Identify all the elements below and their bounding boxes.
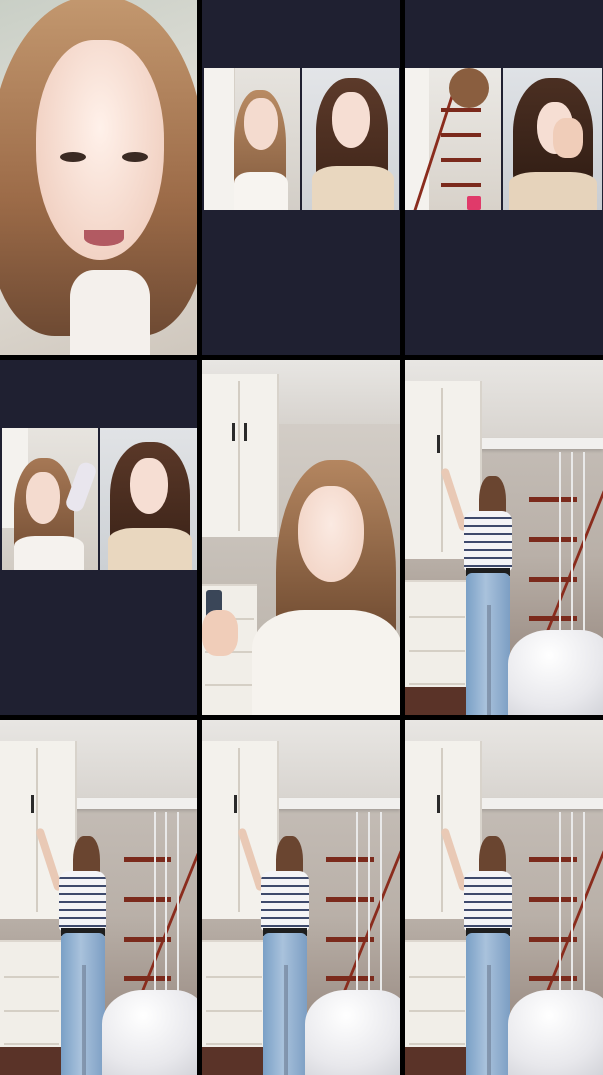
participant-face xyxy=(332,92,370,148)
video-tile-room-4[interactable] xyxy=(405,720,603,1075)
participant-shirt xyxy=(509,172,597,210)
wardrobe-handle xyxy=(244,423,248,442)
call-participant-left xyxy=(2,428,98,570)
participant-face xyxy=(130,458,168,514)
video-tile-call-1[interactable] xyxy=(202,0,400,355)
video-tile-room-3[interactable] xyxy=(202,720,400,1075)
call-participant-right xyxy=(100,428,197,570)
wardrobe-panel xyxy=(204,68,235,210)
person-face xyxy=(298,486,364,582)
participant-shirt xyxy=(234,172,288,210)
blanket xyxy=(507,989,603,1075)
participant-face xyxy=(244,98,278,150)
selfie-shirt xyxy=(70,270,150,355)
call-participant-left xyxy=(204,68,300,210)
video-tile-phone[interactable] xyxy=(202,360,400,715)
selfie-eye-right xyxy=(122,152,148,162)
phone-person xyxy=(202,460,400,715)
call-participant-right xyxy=(302,68,399,210)
participant-face xyxy=(26,472,60,524)
video-tile-room-2[interactable] xyxy=(0,720,197,1075)
selfie-eye-left xyxy=(60,152,86,162)
selfie-person xyxy=(0,0,197,355)
video-tile-call-2[interactable] xyxy=(405,0,603,355)
participant-hand xyxy=(553,118,583,158)
selfie-face xyxy=(36,40,164,260)
wardrobe-panel xyxy=(405,68,429,210)
selfie-mouth xyxy=(84,230,124,246)
participant-shirt xyxy=(108,528,192,570)
participant-shirt xyxy=(14,536,84,570)
video-tile-call-3[interactable] xyxy=(0,360,197,715)
blanket xyxy=(102,989,197,1075)
call-participant-right xyxy=(503,68,602,210)
video-tile-room-1[interactable] xyxy=(405,360,603,715)
video-grid xyxy=(0,0,603,1075)
video-tile-selfie[interactable] xyxy=(0,0,197,355)
participant-shirt xyxy=(312,166,394,210)
wardrobe-handle xyxy=(232,423,236,442)
call-participant-left xyxy=(405,68,501,210)
person-hand xyxy=(202,610,238,656)
blanket xyxy=(304,989,400,1075)
person-shirt xyxy=(252,610,400,715)
blanket xyxy=(507,629,603,715)
participant-hair xyxy=(449,68,489,108)
